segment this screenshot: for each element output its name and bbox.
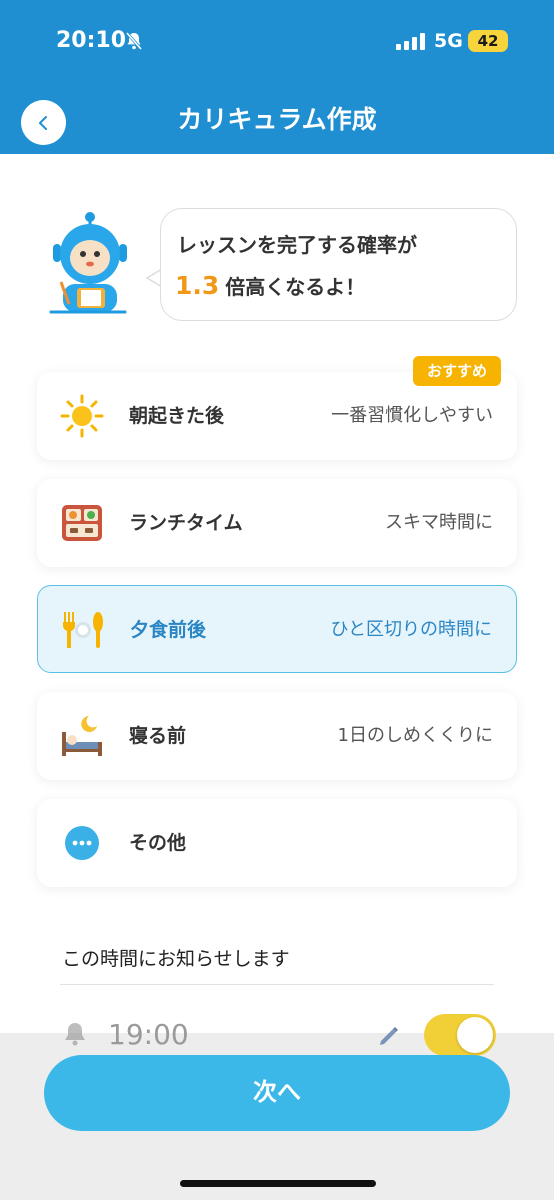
bed-moon-icon xyxy=(62,716,102,756)
notification-title: この時間にお知らせします xyxy=(62,948,290,970)
option-description: 1日のしめくくりに xyxy=(337,725,493,746)
probability-multiplier: 1.3 xyxy=(175,271,220,300)
option-card-dinner[interactable]: 夕食前後 ひと区切りの時間に xyxy=(37,585,517,673)
option-description: スキマ時間に xyxy=(385,512,493,533)
speech-bubble: レッスンを完了する確率が 1.3 倍高くなるよ！ xyxy=(160,208,517,321)
pencil-icon[interactable] xyxy=(378,1024,400,1046)
option-description: ひと区切りの時間に xyxy=(330,619,492,640)
bell-icon xyxy=(65,1023,85,1046)
option-card-morning[interactable]: おすすめ 朝起きた後 一番習慣化しやすい xyxy=(37,356,517,460)
option-card-lunch[interactable]: ランチタイム スキマ時間に xyxy=(37,479,517,567)
toggle-knob xyxy=(457,1017,493,1053)
reminder-time[interactable]: 19:00 xyxy=(108,1018,189,1051)
home-indicator xyxy=(180,1180,376,1187)
notification-toggle[interactable] xyxy=(424,1014,496,1056)
option-label: ランチタイム xyxy=(129,512,243,534)
option-label: 夕食前後 xyxy=(130,619,207,641)
page-title: カリキュラム作成 xyxy=(177,105,377,134)
dinner-utensils-icon xyxy=(63,612,103,648)
network-type: 5G xyxy=(434,30,463,52)
option-card-other[interactable]: その他 xyxy=(37,799,517,887)
robot-mascot-icon xyxy=(49,212,127,314)
app-header: 20:10 5G 42 カリキュラム作成 xyxy=(0,0,554,154)
speech-line2-suffix: 倍高くなるよ！ xyxy=(225,275,366,299)
divider xyxy=(60,984,494,985)
option-label: 寝る前 xyxy=(129,725,187,747)
battery-icon: 42 xyxy=(468,30,508,52)
option-description: 一番習慣化しやすい xyxy=(331,405,493,426)
speech-line2: 1.3 倍高くなるよ！ xyxy=(175,271,365,300)
more-icon xyxy=(65,826,99,860)
option-label: その他 xyxy=(129,832,187,854)
option-card-bedtime[interactable]: 寝る前 1日のしめくくりに xyxy=(37,692,517,780)
next-button[interactable]: 次へ xyxy=(44,1055,510,1131)
speech-line1: レッスンを完了する確率が xyxy=(177,233,417,257)
signal-icon xyxy=(396,32,425,50)
sun-icon xyxy=(60,394,104,438)
bell-muted-icon xyxy=(125,32,143,50)
option-label: 朝起きた後 xyxy=(129,405,225,427)
status-time: 20:10 xyxy=(56,28,127,53)
lunchbox-icon xyxy=(62,505,102,541)
